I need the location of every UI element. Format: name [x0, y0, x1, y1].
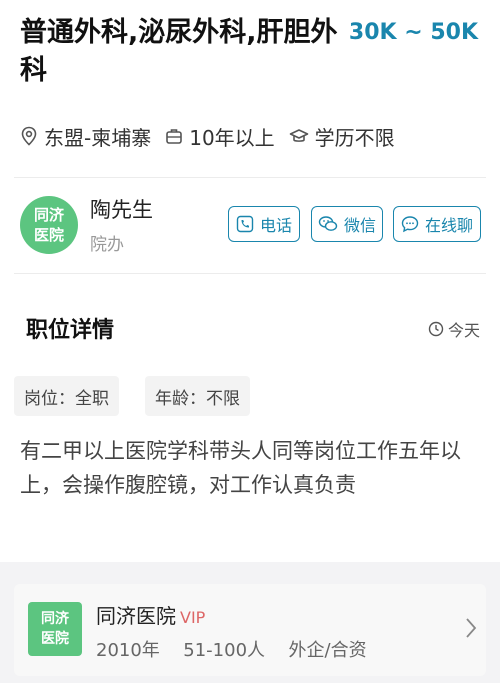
chat-bubble-icon: [401, 216, 419, 233]
clock-icon: [428, 321, 444, 337]
education-item: 学历不限: [289, 122, 395, 151]
phone-button-label: 电话: [259, 216, 292, 235]
location-item: 东盟-柬埔寨: [20, 122, 151, 151]
job-header: 普通外科,泌尿外科,肝胆外科 30K ~ 50K: [20, 14, 490, 94]
graduation-cap-icon: [289, 129, 308, 142]
tag-position: 岗位：全职: [14, 376, 119, 416]
company-type: 外企/合资: [288, 640, 367, 661]
job-title: 普通外科,泌尿外科,肝胆外科: [20, 17, 338, 86]
avatar[interactable]: 同济 医院: [20, 196, 78, 254]
wechat-icon: [318, 216, 338, 231]
job-description: 有二甲以上医院学科带头人同等岗位工作五年以上，会操作腹腔镜，对工作认真负责: [20, 439, 461, 497]
tag-age: 年龄：不限: [145, 376, 250, 416]
online-chat-button[interactable]: 在线聊: [393, 206, 481, 242]
job-meta: 东盟-柬埔寨 10年以上 学历不限: [20, 120, 409, 152]
online-chat-button-label: 在线聊: [424, 216, 473, 235]
wechat-button-label: 微信: [343, 216, 376, 235]
experience-text: 10年以上: [189, 125, 275, 150]
divider: [14, 273, 486, 274]
recruiter-name: 陶先生: [90, 198, 153, 222]
company-name: 同济医院: [96, 604, 176, 628]
recruiter-row: 同济 医院 陶先生 院办 电话 微信 在线聊: [20, 192, 490, 262]
location-pin-icon: [21, 126, 37, 146]
phone-icon: [236, 215, 254, 233]
company-info: 2010年 51-100人 外企/合资: [96, 636, 367, 662]
wechat-button[interactable]: 微信: [311, 206, 383, 242]
section-title: 职位详情: [26, 318, 115, 343]
company-name-row: 同济医院 VIP: [96, 600, 205, 629]
company-size: 51-100人: [183, 640, 266, 661]
briefcase-icon: [166, 129, 183, 144]
company-logo: 同济 医院: [28, 602, 82, 656]
divider: [14, 177, 486, 178]
chevron-right-icon[interactable]: [464, 616, 478, 640]
company-card[interactable]: 同济 医院 同济医院 VIP 2010年 51-100人 外企/合资: [14, 584, 486, 676]
company-founded: 2010年: [96, 640, 160, 661]
recruiter-department: 院办: [90, 235, 124, 255]
phone-button[interactable]: 电话: [228, 206, 300, 242]
posted-time-text: 今天: [447, 321, 480, 340]
salary: 30K ~ 50K: [348, 20, 478, 45]
posted-time: 今天: [428, 317, 480, 341]
experience-item: 10年以上: [165, 122, 275, 151]
education-text: 学历不限: [314, 125, 395, 150]
location-text: 东盟-柬埔寨: [44, 125, 152, 150]
vip-badge: VIP: [180, 608, 206, 627]
